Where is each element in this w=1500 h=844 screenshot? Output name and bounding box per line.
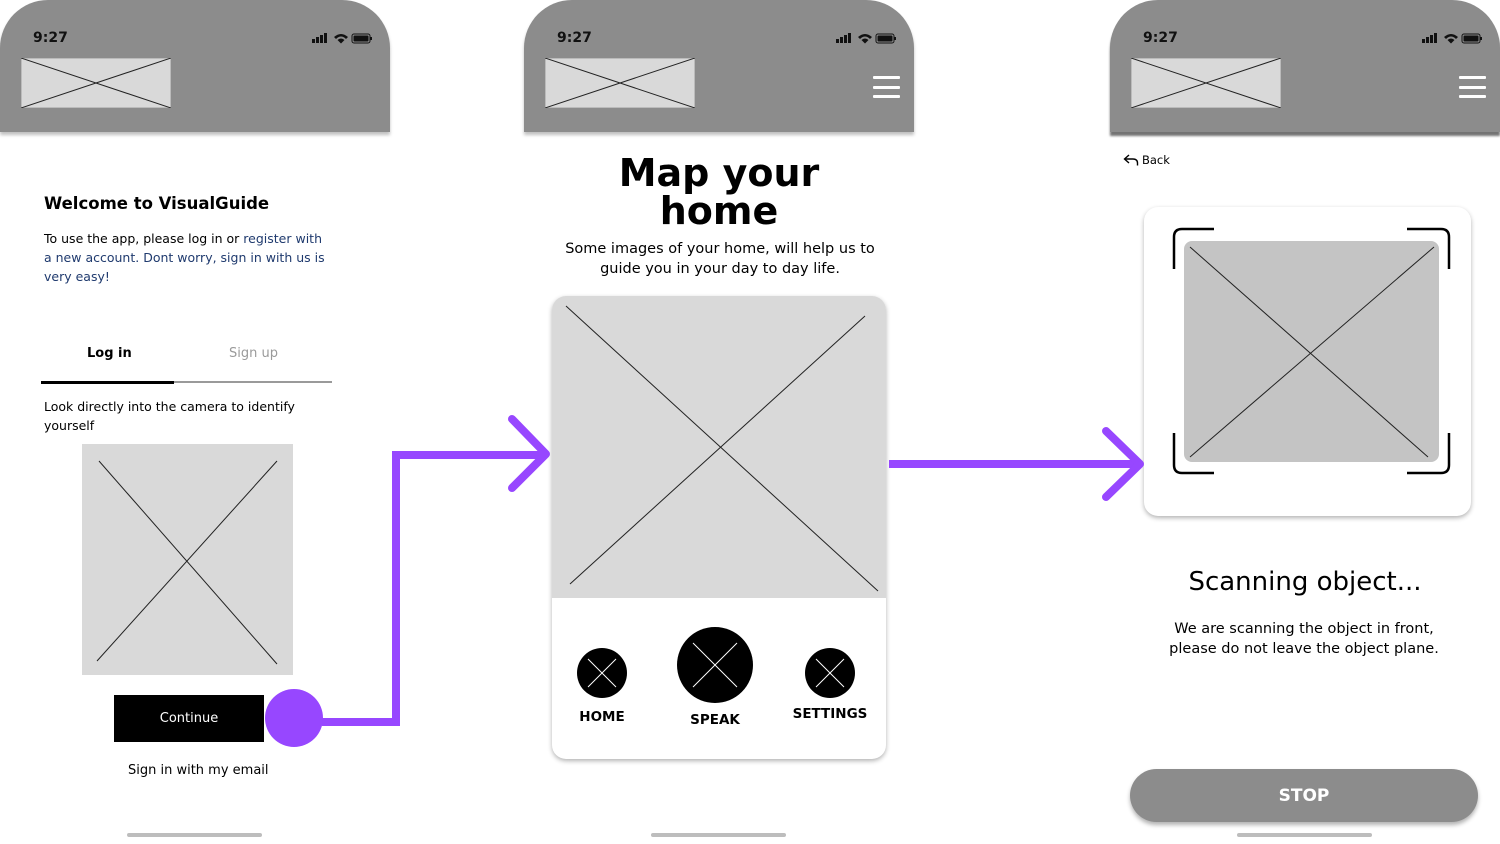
status-time: 9:27	[1143, 30, 1178, 46]
nav-speak-label[interactable]: SPEAK	[665, 712, 765, 728]
home-indicator	[651, 833, 786, 837]
flow-start-dot	[265, 689, 323, 747]
home-map-card: HOME SPEAK SETTINGS	[552, 296, 886, 759]
page-title: Map your home	[524, 154, 914, 230]
hamburger-menu-icon[interactable]	[873, 76, 900, 98]
back-label: Back	[1142, 153, 1170, 167]
continue-button[interactable]: Continue	[114, 695, 264, 742]
home-indicator	[1237, 833, 1372, 837]
scanning-description-line2: please do not leave the object plane.	[1169, 641, 1439, 657]
app-header: 9:27	[1110, 0, 1500, 132]
logo-placeholder	[21, 58, 171, 108]
logo-placeholder	[545, 58, 695, 108]
app-header: 9:27	[524, 0, 914, 132]
flow-arrow-map-to-scan	[889, 427, 1144, 501]
nav-speak-button[interactable]	[677, 627, 753, 703]
nav-settings-label[interactable]: SETTINGS	[780, 706, 880, 722]
nav-settings-button[interactable]	[805, 648, 855, 698]
intro-text: To use the app, please log in or registe…	[44, 229, 325, 286]
settings-nav-icon	[815, 658, 845, 688]
status-icons	[1422, 33, 1482, 44]
home-indicator	[127, 833, 262, 837]
logo-placeholder	[1131, 58, 1281, 108]
home-image-placeholder	[552, 296, 886, 598]
camera-preview-placeholder	[82, 444, 293, 675]
tab-sign-up[interactable]: Sign up	[229, 346, 278, 361]
back-button[interactable]: Back	[1123, 152, 1170, 168]
status-icons	[836, 33, 896, 44]
page-subtitle: Some images of your home, will help us t…	[524, 239, 916, 279]
status-time: 9:27	[33, 30, 68, 46]
scanner-card	[1144, 207, 1471, 516]
nav-home-label[interactable]: HOME	[552, 709, 652, 725]
scanning-description: We are scanning the object in front, ple…	[1108, 619, 1500, 659]
scanner-viewfinder	[1172, 227, 1451, 475]
intro-text-line2: a new account. Dont worry, sign in with …	[44, 250, 325, 265]
status-icons	[312, 33, 372, 44]
page-subtitle-line2: guide you in your day to day life.	[600, 261, 840, 277]
camera-instruction-line2: yourself	[44, 418, 95, 433]
back-arrow-icon	[1123, 154, 1139, 166]
speak-nav-icon	[692, 642, 738, 688]
continue-button-label: Continue	[159, 711, 219, 726]
scanning-title: Scanning object...	[1188, 567, 1422, 597]
register-link[interactable]: register with	[243, 231, 322, 246]
page-subtitle-line1: Some images of your home, will help us t…	[565, 241, 875, 257]
email-signin-link[interactable]: Sign in with my email	[128, 763, 269, 778]
home-nav-icon	[587, 658, 617, 688]
camera-instruction: Look directly into the camera to identif…	[44, 397, 295, 435]
welcome-title: Welcome to VisualGuide	[44, 194, 270, 213]
intro-text-line3: very easy!	[44, 269, 110, 284]
status-time: 9:27	[557, 30, 592, 46]
nav-home-button[interactable]	[577, 648, 627, 698]
intro-text-prefix: To use the app, please log in or	[44, 231, 244, 246]
tab-log-in[interactable]: Log in	[87, 346, 132, 361]
flow-arrow-login-to-map	[322, 415, 550, 726]
camera-instruction-line1: Look directly into the camera to identif…	[44, 399, 295, 414]
hamburger-menu-icon[interactable]	[1459, 76, 1486, 98]
scanning-description-line1: We are scanning the object in front,	[1174, 621, 1434, 637]
page-title-line2: home	[659, 189, 779, 233]
stop-button[interactable]: STOP	[1130, 769, 1478, 822]
app-header: 9:27	[0, 0, 390, 132]
page-title-line1: Map your	[618, 151, 820, 195]
stop-button-label: STOP	[1278, 785, 1330, 806]
tab-active-indicator	[41, 381, 174, 384]
